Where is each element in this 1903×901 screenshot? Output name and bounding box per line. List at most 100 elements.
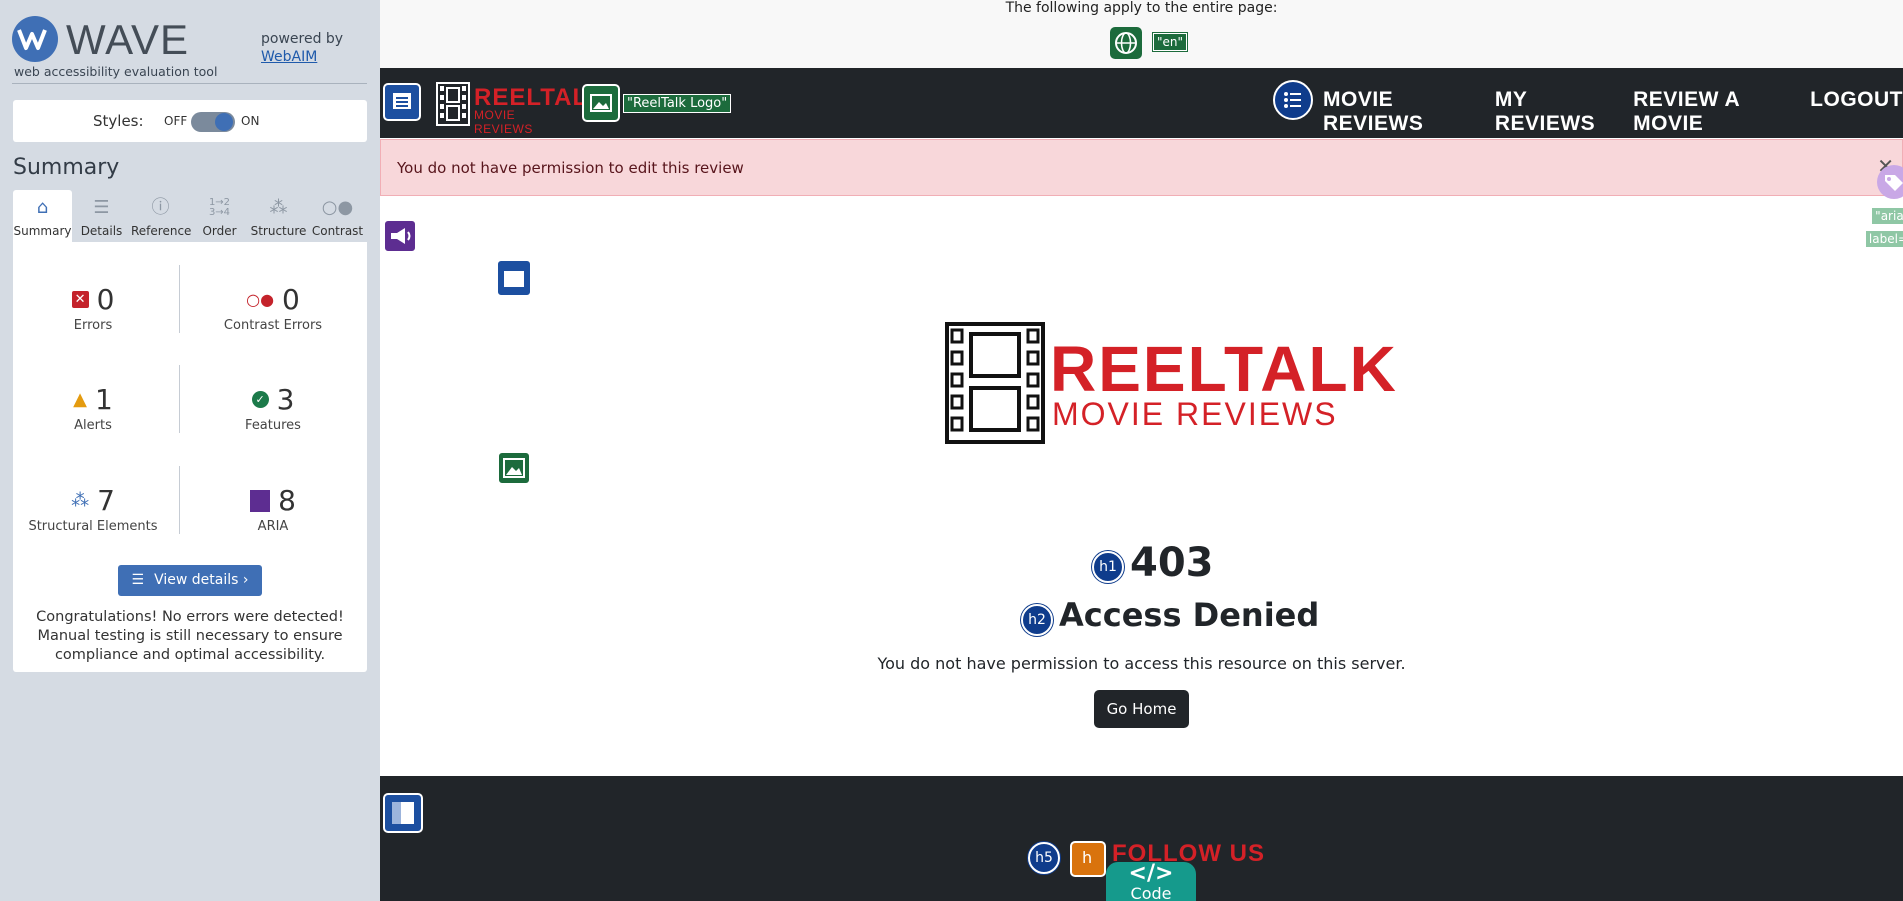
contrast-error-icon: ○●: [246, 290, 275, 309]
page-level-banner: The following apply to the entire page: …: [380, 0, 1903, 68]
wave-subtitle: web accessibility evaluation tool: [14, 64, 218, 79]
page-preview: The following apply to the entire page: …: [380, 0, 1903, 901]
tab-label: Order: [202, 224, 237, 238]
code-icon: </>: [1128, 861, 1174, 886]
toggle-knob: [215, 113, 233, 131]
structural-count: 7: [97, 484, 115, 517]
alerts-label: Alerts: [74, 418, 112, 433]
nav-review-a-movie[interactable]: REVIEW A MOVIE: [1633, 88, 1794, 136]
apply-text: The following apply to the entire page:: [1005, 0, 1278, 16]
errors-stat[interactable]: ✕ 0 Errors: [13, 283, 173, 333]
site-footer: h5 h FOLLOW US </> Code: [380, 776, 1903, 901]
film-strip-icon: [436, 82, 470, 126]
styles-toggle[interactable]: [191, 112, 235, 132]
main-region-icon[interactable]: [496, 259, 532, 297]
tab-order[interactable]: 1→2 3→4 Order: [190, 190, 249, 242]
contrast-errors-stat[interactable]: ○● 0 Contrast Errors: [193, 283, 353, 333]
aria-alert-icon[interactable]: [383, 219, 417, 253]
permission-message: You do not have permission to access thi…: [877, 654, 1406, 673]
home-icon: ⌂: [36, 197, 49, 218]
summary-panel: ⌂ Summary ☰ Details ⓘ Reference 1→2 3→4 O…: [13, 190, 367, 672]
aria-stat[interactable]: 8 ARIA: [193, 484, 353, 534]
tab-label: Structure: [250, 224, 307, 238]
aria-count: 8: [278, 484, 296, 517]
view-details-button[interactable]: ☰ View details ›: [118, 565, 262, 596]
code-view-tab[interactable]: </> Code: [1106, 862, 1196, 901]
h2-badge[interactable]: h2: [1021, 604, 1053, 636]
nav-logout[interactable]: LOGOUT: [1810, 88, 1903, 136]
list-icon[interactable]: [1273, 80, 1313, 120]
errors-count: 0: [96, 283, 115, 316]
contrast-icon: ○●: [321, 197, 354, 218]
image-alt-icon[interactable]: [497, 451, 531, 485]
info-icon: ⓘ: [151, 197, 170, 218]
wave-logo-icon: [12, 16, 58, 62]
contrast-errors-count: 0: [282, 283, 300, 316]
view-details-label: View details ›: [154, 572, 249, 588]
site-navbar: REELTALK MOVIE REVIEWS "ReelTalk Logo" M…: [380, 68, 1903, 138]
webaim-link[interactable]: WebAIM: [261, 48, 343, 66]
language-icon[interactable]: [1110, 27, 1142, 59]
h1-badge[interactable]: h1: [1092, 551, 1124, 583]
navbar-brand[interactable]: REELTALK MOVIE REVIEWS: [436, 82, 605, 136]
navigation-region-icon[interactable]: [383, 83, 421, 121]
list-icon: ☰: [131, 572, 145, 588]
styles-on-label: ON: [241, 114, 260, 128]
tab-details[interactable]: ☰ Details: [72, 190, 131, 242]
go-home-button[interactable]: Go Home: [1094, 690, 1189, 728]
tab-summary[interactable]: ⌂ Summary: [13, 190, 72, 242]
order-icon: 1→2 3→4: [208, 197, 231, 218]
styles-toggle-box: Styles: OFF ON: [13, 100, 367, 142]
powered-by: powered by WebAIM: [261, 30, 343, 66]
error-icon: ✕: [71, 291, 89, 308]
film-strip-icon: [945, 322, 1045, 444]
tab-label: Reference: [131, 224, 192, 238]
alerts-count: 1: [95, 383, 113, 416]
alerts-stat[interactable]: ▲ 1 Alerts: [13, 383, 173, 433]
logo-alt-tag: "ReelTalk Logo": [623, 94, 732, 113]
structural-stat[interactable]: ⁂ 7 Structural Elements: [13, 484, 173, 534]
tab-label: Summary: [13, 224, 72, 238]
structural-label: Structural Elements: [28, 519, 158, 534]
aria-label-tag: "aria-: [1872, 208, 1903, 224]
styles-label: Styles:: [93, 112, 144, 130]
reeltalk-logo: REELTALK MOVIE REVIEWS: [945, 322, 1396, 447]
tab-label: Details: [80, 224, 123, 238]
permission-alert: You do not have permission to edit this …: [380, 139, 1903, 196]
tab-contrast[interactable]: ○● Contrast: [308, 190, 367, 242]
lang-tag: "en": [1151, 32, 1189, 52]
access-denied-heading: Access Denied: [1059, 596, 1320, 634]
alert-icon: ▲: [73, 389, 87, 410]
contrast-errors-label: Contrast Errors: [223, 318, 323, 333]
tab-structure[interactable]: ⁂ Structure: [249, 190, 308, 242]
linked-image-icon[interactable]: [582, 84, 620, 122]
divider: [179, 466, 180, 534]
error-code-heading: 403: [1130, 540, 1214, 586]
wave-tabs: ⌂ Summary ☰ Details ⓘ Reference 1→2 3→4 O…: [13, 190, 367, 242]
alert-text: You do not have permission to edit this …: [397, 159, 744, 177]
aria-label-icon[interactable]: [1877, 165, 1903, 199]
powered-by-label: powered by: [261, 31, 344, 47]
heading-alert-icon[interactable]: h: [1070, 841, 1106, 877]
styles-off-label: OFF: [164, 114, 188, 128]
features-count: 3: [276, 383, 295, 416]
nav-movie-reviews[interactable]: MOVIE REVIEWS: [1323, 88, 1479, 136]
errors-label: Errors: [73, 318, 113, 333]
features-label: Features: [245, 418, 301, 433]
code-label: Code: [1130, 884, 1172, 901]
h5-badge[interactable]: h5: [1028, 842, 1060, 874]
nav-links: MOVIE REVIEWS MY REVIEWS REVIEW A MOVIE …: [1323, 88, 1903, 136]
aria-label: ARIA: [257, 519, 289, 534]
list-icon: ☰: [93, 197, 110, 218]
logo-title: REELTALK: [1050, 333, 1398, 405]
summary-title: Summary: [13, 155, 120, 180]
tab-reference[interactable]: ⓘ Reference: [131, 190, 192, 242]
wave-sidebar: WAVE web accessibility evaluation tool p…: [0, 0, 380, 901]
footer-region-icon[interactable]: [383, 793, 423, 833]
nav-my-reviews[interactable]: MY REVIEWS: [1495, 88, 1617, 136]
wave-header: WAVE web accessibility evaluation tool p…: [12, 12, 367, 84]
features-stat[interactable]: ✓ 3 Features: [193, 383, 353, 433]
structure-icon: ⁂: [269, 197, 288, 218]
wave-name: WAVE: [66, 16, 190, 63]
tab-label: Contrast: [311, 224, 364, 238]
